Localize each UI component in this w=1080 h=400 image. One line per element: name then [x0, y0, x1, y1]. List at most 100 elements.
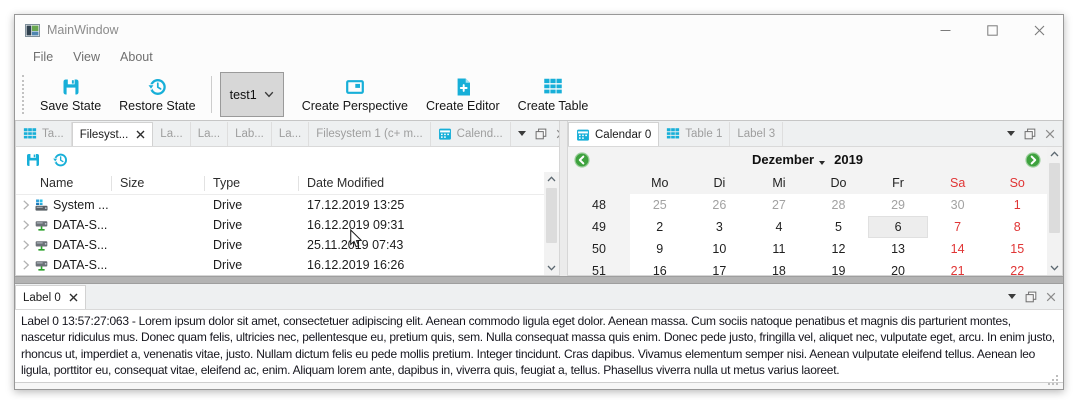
calendar-day[interactable]: 4: [749, 216, 809, 238]
perspective-combobox[interactable]: test1: [220, 72, 284, 117]
expand-chevron-icon[interactable]: [22, 199, 30, 211]
scroll-down-icon[interactable]: [1047, 261, 1062, 275]
calendar-day[interactable]: 13: [868, 238, 928, 260]
left-panel-tab-filesyst[interactable]: Filesyst...: [72, 122, 154, 147]
save-icon[interactable]: [25, 152, 41, 168]
create-table-button[interactable]: Create Table: [509, 70, 598, 119]
calendar-day[interactable]: 21: [928, 260, 988, 276]
calendar-scrollbar[interactable]: [1047, 147, 1062, 275]
calendar-day[interactable]: 28: [809, 194, 869, 216]
calendar-day[interactable]: 17: [690, 260, 750, 276]
table-row[interactable]: System ...Drive17.12.2019 13:25: [16, 195, 544, 215]
calendar-day[interactable]: 18: [749, 260, 809, 276]
create-editor-button[interactable]: Create Editor: [417, 70, 509, 119]
left-panel-tab-filesystem-1-c-m[interactable]: Filesystem 1 (c+ m...: [309, 122, 430, 146]
minimize-button[interactable]: [922, 15, 969, 45]
calendar-day[interactable]: 8: [987, 216, 1047, 238]
left-panel-tab-la[interactable]: La...: [272, 122, 309, 146]
close-panel-icon[interactable]: [556, 129, 559, 139]
calendar-day[interactable]: 14: [928, 238, 988, 260]
undock-icon[interactable]: [1024, 128, 1036, 140]
expand-chevron-icon[interactable]: [22, 259, 30, 271]
tab-menu-caret-icon[interactable]: [1007, 131, 1015, 136]
next-month-button[interactable]: [1025, 152, 1041, 168]
bottom-panel-tab-label-0[interactable]: Label 0: [15, 285, 86, 310]
perspective-icon: [345, 76, 365, 98]
scrollbar-thumb[interactable]: [1049, 163, 1060, 233]
table-row[interactable]: DATA-S...Drive16.12.2019 09:31: [16, 215, 544, 235]
calendar-day[interactable]: 25: [630, 194, 690, 216]
calendar-day[interactable]: 20: [868, 260, 928, 276]
calendar-day[interactable]: 26: [690, 194, 750, 216]
right-panel-tab-label-3[interactable]: Label 3: [730, 122, 783, 146]
prev-month-button[interactable]: [574, 152, 590, 168]
save-state-button[interactable]: Save State: [31, 70, 110, 119]
column-header-type[interactable]: Type: [205, 176, 299, 191]
calendar-day[interactable]: 5: [809, 216, 869, 238]
column-header-name[interactable]: Name: [16, 176, 112, 191]
scroll-up-icon[interactable]: [1047, 147, 1062, 161]
menu-view[interactable]: View: [63, 48, 110, 66]
calendar-day[interactable]: 1: [987, 194, 1047, 216]
calendar-day[interactable]: 27: [749, 194, 809, 216]
filesystem-scrollbar[interactable]: [544, 172, 559, 275]
calendar-widget: Dezember 2019 MoDiMiDoFrSaSo482526272829…: [568, 147, 1062, 275]
close-button[interactable]: [1016, 15, 1063, 45]
calendar-day[interactable]: 10: [690, 238, 750, 260]
calendar-day[interactable]: 30: [928, 194, 988, 216]
calendar-day[interactable]: 15: [987, 238, 1047, 260]
left-panel-tab-la[interactable]: La...: [191, 122, 228, 146]
calendar-day[interactable]: 2: [630, 216, 690, 238]
resize-grip-icon[interactable]: [1047, 374, 1060, 387]
calendar-day-selected[interactable]: 6: [868, 216, 928, 238]
table-row[interactable]: DATA-S...Drive25.11.2019 07:43: [16, 235, 544, 255]
expand-chevron-icon[interactable]: [22, 219, 30, 231]
calendar-day[interactable]: 29: [868, 194, 928, 216]
close-panel-icon[interactable]: [1046, 292, 1056, 302]
calendar-day[interactable]: 7: [928, 216, 988, 238]
left-panel-tab-ta[interactable]: Ta...: [16, 122, 72, 146]
expand-chevron-icon[interactable]: [22, 239, 30, 251]
right-panel-tab-calendar-0[interactable]: Calendar 0: [568, 122, 659, 147]
undock-icon[interactable]: [1025, 291, 1037, 303]
scrollbar-thumb[interactable]: [546, 188, 557, 243]
history-icon[interactable]: [52, 152, 68, 168]
maximize-button[interactable]: [969, 15, 1016, 45]
calendar-day[interactable]: 3: [690, 216, 750, 238]
tab-close-icon[interactable]: [136, 130, 145, 139]
column-header-size[interactable]: Size: [112, 176, 205, 191]
tab-close-icon[interactable]: [69, 293, 78, 302]
restore-state-label: Restore State: [119, 99, 195, 113]
calendar-panel: Calendar 0Table 1Label 3 Dezember 2019: [567, 121, 1063, 276]
tab-menu-caret-icon[interactable]: [518, 131, 526, 136]
menu-file[interactable]: File: [23, 48, 63, 66]
left-panel-tab-lab[interactable]: Lab...: [228, 122, 272, 146]
scroll-up-icon[interactable]: [544, 172, 559, 186]
menu-about[interactable]: About: [110, 48, 163, 66]
calendar-day[interactable]: 19: [809, 260, 869, 276]
right-panel-tab-table-1[interactable]: Table 1: [659, 122, 730, 146]
calendar-day[interactable]: 16: [630, 260, 690, 276]
horizontal-splitter[interactable]: [15, 276, 1063, 284]
column-header-date[interactable]: Date Modified: [299, 176, 544, 191]
calendar-day[interactable]: 12: [809, 238, 869, 260]
calendar-day[interactable]: 22: [987, 260, 1047, 276]
right-tab-controls: [1000, 128, 1062, 140]
create-perspective-button[interactable]: Create Perspective: [293, 70, 417, 119]
vertical-splitter[interactable]: [560, 121, 567, 276]
left-panel-tab-la[interactable]: La...: [153, 122, 190, 146]
toolbar-drag-handle[interactable]: [22, 75, 24, 114]
left-panel-tab-calend[interactable]: Calend...: [431, 122, 511, 146]
create-editor-label: Create Editor: [426, 99, 500, 113]
restore-state-button[interactable]: Restore State: [110, 70, 204, 119]
toolbar: Save State Restore State test1 Create Pe…: [15, 69, 1063, 121]
tab-menu-caret-icon[interactable]: [1008, 294, 1016, 299]
undock-icon[interactable]: [535, 128, 547, 140]
month-label[interactable]: Dezember: [752, 152, 814, 167]
table-row[interactable]: DATA-S...Drive16.12.2019 16:26: [16, 255, 544, 275]
close-panel-icon[interactable]: [1045, 129, 1055, 139]
calendar-day[interactable]: 9: [630, 238, 690, 260]
year-label[interactable]: 2019: [834, 152, 863, 167]
scroll-down-icon[interactable]: [544, 261, 559, 275]
calendar-day[interactable]: 11: [749, 238, 809, 260]
